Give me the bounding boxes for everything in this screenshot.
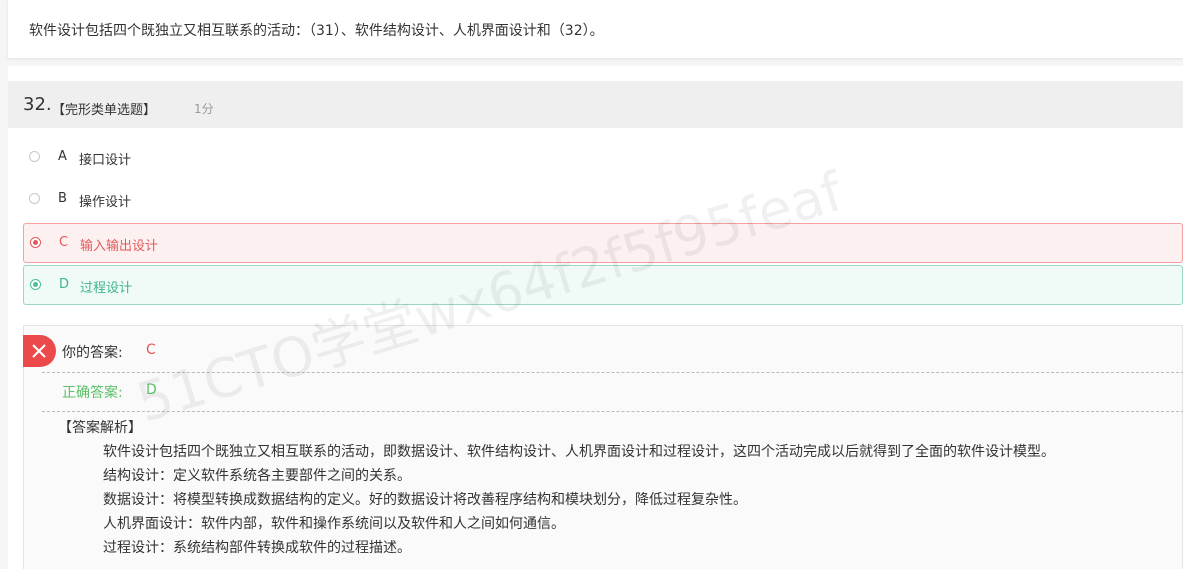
option-letter: C (59, 235, 69, 250)
your-answer-label: 你的答案: (62, 345, 123, 361)
option-letter: A (58, 149, 67, 164)
option-text: 接口设计 (79, 153, 132, 168)
option-a[interactable]: A 接口设计 (23, 138, 1183, 178)
analysis-line: 结构设计：定义软件系统各主要部件之间的关系。 (103, 468, 411, 484)
question-stem: 软件设计包括四个既独立又相互联系的活动：（31）、软件结构设计、人机界面设计和（… (8, 0, 1183, 58)
question-score: 1分 (194, 102, 214, 116)
your-answer-value: C (146, 342, 156, 358)
option-text: 输入输出设计 (80, 239, 159, 254)
option-a-radio[interactable] (29, 151, 40, 162)
option-c[interactable]: C 输入输出设计 (23, 223, 1183, 263)
analysis-line: 数据设计：将模型转换成数据结构的定义。好的数据设计将改善程序结构和模块划分，降低… (103, 492, 747, 508)
divider (42, 372, 1183, 373)
option-text: 过程设计 (80, 281, 133, 296)
stem-text: 软件设计包括四个既独立又相互联系的活动：（31）、软件结构设计、人机界面设计和（… (29, 23, 604, 39)
option-b-radio[interactable] (29, 193, 40, 204)
correct-answer-label: 正确答案: (62, 385, 123, 401)
question-type: 【完形类单选题】 (52, 103, 157, 118)
divider (42, 411, 1183, 412)
analysis-line: 软件设计包括四个既独立又相互联系的活动，即数据设计、软件结构设计、人机界面设计和… (103, 444, 1055, 460)
option-letter: D (59, 277, 70, 292)
analysis-line: 人机界面设计：软件内部，软件和操作系统间以及软件和人之间如何通信。 (103, 516, 565, 532)
analysis-title: 【答案解析】 (58, 420, 142, 436)
question-card: 32. 【完形类单选题】 1分 A 接口设计 B 操作设计 C 输入输出设计 D… (8, 66, 1183, 569)
option-letter: B (58, 191, 67, 206)
option-c-radio[interactable] (30, 237, 41, 248)
question-header: 32. 【完形类单选题】 1分 (8, 81, 1183, 128)
wrong-badge (23, 335, 56, 367)
option-d-radio[interactable] (30, 279, 41, 290)
correct-answer-value: D (146, 382, 157, 398)
analysis-line: 过程设计：系统结构部件转换成软件的过程描述。 (103, 540, 411, 556)
close-icon (32, 344, 46, 358)
option-text: 操作设计 (79, 195, 132, 210)
option-d[interactable]: D 过程设计 (23, 265, 1183, 305)
option-b[interactable]: B 操作设计 (23, 180, 1183, 220)
question-number: 32. (23, 94, 52, 115)
answer-panel: 你的答案: C 正确答案: D 【答案解析】 软件设计包括四个既独立又相互联系的… (23, 325, 1183, 569)
